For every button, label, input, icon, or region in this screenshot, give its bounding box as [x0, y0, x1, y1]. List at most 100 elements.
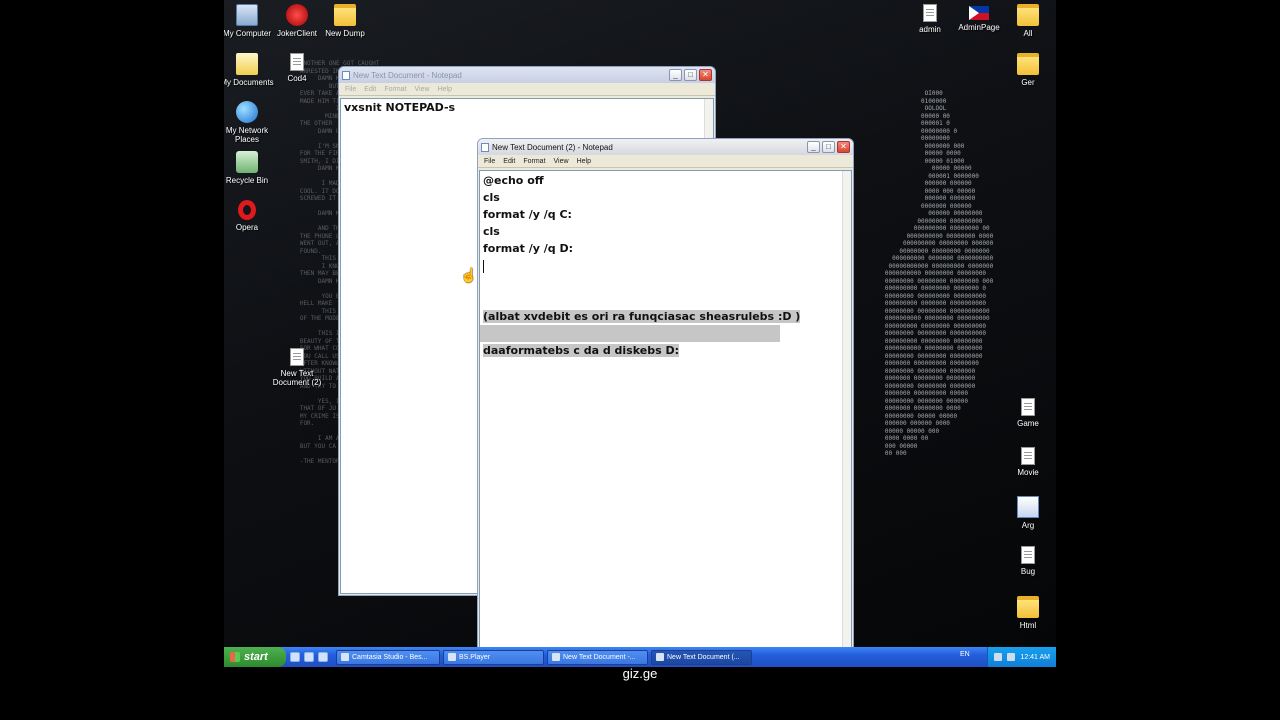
- window-title: New Text Document - Notepad: [353, 70, 462, 80]
- desktop-icon-game[interactable]: Game: [998, 398, 1056, 428]
- menu-bar: File Edit Format View Help: [478, 155, 853, 168]
- notepad-icon: [656, 653, 664, 661]
- text-editor[interactable]: @echo off cls format /y /q C: cls format…: [479, 170, 852, 648]
- taskbar-item-notepad-1[interactable]: New Text Document -...: [547, 649, 648, 665]
- windows-logo-icon: [230, 652, 240, 662]
- text-caret: [483, 259, 484, 273]
- menu-file[interactable]: File: [341, 86, 360, 93]
- language-indicator[interactable]: EN: [960, 651, 970, 658]
- desktop-icon-cod4[interactable]: Cod4: [267, 53, 327, 83]
- network-tray-icon[interactable]: [994, 653, 1003, 661]
- desktop-icon-label: Html: [1019, 621, 1037, 630]
- text-file-icon: [1021, 398, 1035, 416]
- desktop-icon-label: Movie: [1017, 468, 1039, 477]
- desktop-icon-label: New Dump: [325, 29, 365, 38]
- text-file-icon: [923, 4, 937, 22]
- desktop-icon-bug[interactable]: Bug: [998, 546, 1056, 576]
- taskbar: start Camtasia Studio - Bes... BS.Player…: [224, 647, 1056, 667]
- text-file-icon: [1021, 546, 1035, 564]
- desktop-icon-ger[interactable]: Ger: [998, 53, 1056, 87]
- window-title: New Text Document (2) - Notepad: [492, 142, 613, 152]
- desktop-icon-label: My Network Places: [225, 126, 269, 144]
- selection-highlight: (albat xvdebit es ori ra funqciasac shea…: [483, 310, 801, 323]
- notepad-icon: [342, 70, 350, 80]
- menu-edit[interactable]: Edit: [499, 158, 519, 165]
- taskbar-item-label: New Text Document (...: [667, 653, 740, 661]
- taskbar-item-bsplayer[interactable]: BS.Player: [443, 649, 544, 665]
- menu-bar: File Edit Format View Help: [339, 83, 715, 96]
- desktop-icon-arg[interactable]: Arg: [998, 496, 1056, 530]
- flag-icon: [969, 6, 989, 20]
- desktop-icon-new-text-document-2[interactable]: New Text Document (2): [267, 348, 327, 387]
- quick-launch-desktop-icon[interactable]: [304, 652, 314, 662]
- desktop-icon-html[interactable]: Html: [998, 596, 1056, 630]
- desktop-icon-new-dump[interactable]: New Dump: [315, 4, 375, 38]
- desktop-icon-label: Cod4: [287, 74, 307, 83]
- menu-help[interactable]: Help: [434, 86, 456, 93]
- notepad-icon: [481, 142, 489, 152]
- minimize-button[interactable]: _: [807, 141, 820, 153]
- cod4-icon: [290, 53, 304, 71]
- folder-icon: [1017, 596, 1039, 618]
- joker-icon: [286, 4, 308, 26]
- clock[interactable]: 12:41 AM: [1020, 654, 1050, 661]
- desktop-icon-label: All: [1023, 29, 1033, 38]
- menu-edit[interactable]: Edit: [360, 86, 380, 93]
- maximize-button[interactable]: □: [822, 141, 835, 153]
- taskbar-item-notepad-2[interactable]: New Text Document (...: [651, 649, 752, 665]
- volume-tray-icon[interactable]: [1007, 653, 1016, 661]
- desktop: ANOTHER ONE GOT CAUGHT ARRESTED IN SCHOO…: [224, 0, 1056, 667]
- desktop-icon-label: Opera: [235, 223, 259, 232]
- system-tray: 12:41 AM: [987, 647, 1056, 667]
- desktop-icon-recycle-bin[interactable]: Recycle Bin: [224, 151, 277, 185]
- folder-icon: [334, 4, 356, 26]
- text-file-icon: [1021, 447, 1035, 465]
- wallpaper-matrix-art: OI000 0100000 OOLOOL 00000 00 000001 0 0…: [884, 90, 994, 457]
- recycle-bin-icon: [236, 151, 258, 173]
- vertical-scrollbar[interactable]: [842, 171, 851, 647]
- quick-launch-media-icon[interactable]: [318, 652, 328, 662]
- start-button[interactable]: start: [224, 647, 286, 667]
- opera-icon: [238, 200, 256, 220]
- title-bar[interactable]: New Text Document - Notepad _ □ ✕: [339, 67, 715, 83]
- text-file-icon: [290, 348, 304, 366]
- desktop-icon-opera[interactable]: Opera: [224, 200, 277, 232]
- desktop-icon-label: New Text Document (2): [272, 369, 322, 387]
- taskbar-item-camtasia[interactable]: Camtasia Studio - Bes...: [336, 649, 440, 665]
- text-line: format /y /q D:: [483, 242, 574, 255]
- text-line: cls: [483, 191, 500, 204]
- text-line: @echo off: [483, 174, 544, 187]
- desktop-icon-label: Ger: [1021, 78, 1035, 87]
- minimize-button[interactable]: _: [669, 69, 682, 81]
- folder-icon: [1017, 53, 1039, 75]
- selected-text-line: (albat xvdebit es ori ra funqciasac shea…: [480, 308, 851, 325]
- notepad-icon: [552, 653, 560, 661]
- quick-launch-ie-icon[interactable]: [290, 652, 300, 662]
- text-line: [480, 291, 851, 308]
- menu-view[interactable]: View: [411, 86, 434, 93]
- taskbar-item-label: BS.Player: [459, 653, 491, 661]
- menu-view[interactable]: View: [550, 158, 573, 165]
- documents-icon: [236, 53, 258, 75]
- menu-format[interactable]: Format: [380, 86, 410, 93]
- menu-file[interactable]: File: [480, 158, 499, 165]
- title-bar[interactable]: New Text Document (2) - Notepad _ □ ✕: [478, 139, 853, 155]
- app-icon: [1017, 496, 1039, 518]
- network-icon: [236, 101, 258, 123]
- taskbar-item-label: New Text Document -...: [563, 653, 636, 661]
- desktop-icon-my-network-places[interactable]: My Network Places: [224, 101, 277, 144]
- menu-format[interactable]: Format: [519, 158, 549, 165]
- maximize-button[interactable]: □: [684, 69, 697, 81]
- desktop-icon-label: Recycle Bin: [225, 176, 269, 185]
- desktop-icon-label: Game: [1017, 419, 1039, 428]
- selection-highlight: daaformatebs c da d diskebs D:: [483, 344, 679, 357]
- desktop-icon-label: Bug: [1020, 567, 1036, 576]
- text-line-caret: [480, 257, 851, 274]
- desktop-icon-all[interactable]: All: [998, 4, 1056, 38]
- close-button[interactable]: ✕: [699, 69, 712, 81]
- desktop-icon-movie[interactable]: Movie: [998, 447, 1056, 477]
- notepad-window-front[interactable]: New Text Document (2) - Notepad _ □ ✕ Fi…: [477, 138, 854, 650]
- menu-help[interactable]: Help: [573, 158, 595, 165]
- close-button[interactable]: ✕: [837, 141, 850, 153]
- selected-text-line: [480, 325, 780, 342]
